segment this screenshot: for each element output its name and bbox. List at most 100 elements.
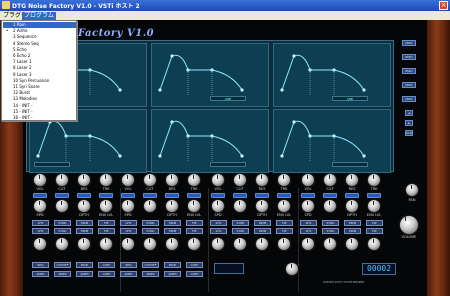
- knob-switch[interactable]: [301, 193, 315, 198]
- envelope-point[interactable]: [240, 88, 244, 92]
- program-menu-item[interactable]: 6 Echo 2: [3, 53, 76, 59]
- toggle-button[interactable]: PWM: [76, 228, 93, 234]
- knob-lower[interactable]: [100, 238, 112, 250]
- envelope-point[interactable]: [36, 154, 40, 158]
- volume-knob[interactable]: [400, 216, 418, 234]
- toggle-button[interactable]: SYNC: [54, 228, 71, 234]
- bottom-button[interactable]: SEQ: [32, 262, 49, 268]
- nav-button[interactable]: OLD: [405, 130, 413, 136]
- program-menu-item[interactable]: 4 Stereo Seq: [3, 41, 76, 47]
- bottom-button[interactable]: COPY: [98, 262, 115, 268]
- program-menu-item[interactable]: 1 Rain: [3, 22, 76, 28]
- knob-lower[interactable]: [144, 238, 156, 250]
- toggle-button[interactable]: PWM: [76, 220, 93, 226]
- knob-lower[interactable]: [324, 238, 336, 250]
- envelope-point[interactable]: [362, 88, 366, 92]
- toggle-button[interactable]: SYNC: [232, 228, 249, 234]
- envelope-point[interactable]: [170, 120, 174, 124]
- mod-button[interactable]: MOD: [402, 96, 416, 102]
- knob-switch[interactable]: [255, 193, 269, 198]
- envelope-point[interactable]: [280, 154, 284, 158]
- knob-lower[interactable]: [256, 238, 268, 250]
- envelope-panel[interactable]: [273, 109, 391, 173]
- program-menu-item[interactable]: 5 Echo: [3, 47, 76, 53]
- knob-res[interactable]: [166, 174, 178, 186]
- program-menu-item[interactable]: 13 Melodies: [3, 96, 76, 102]
- knob-cut[interactable]: [144, 174, 156, 186]
- knob-lower[interactable]: [56, 238, 68, 250]
- toggle-button[interactable]: SYNC: [54, 220, 71, 226]
- knob-cut[interactable]: [56, 174, 68, 186]
- toggle-button[interactable]: LFO: [120, 220, 137, 226]
- mod-button[interactable]: MOD: [402, 82, 416, 88]
- toggle-button[interactable]: FLT: [98, 228, 115, 234]
- toggle-button[interactable]: FLT: [366, 220, 383, 226]
- knob-switch[interactable]: [211, 193, 225, 198]
- knob-lower[interactable]: [278, 238, 290, 250]
- knob-switch[interactable]: [345, 193, 359, 198]
- toggle-button[interactable]: SYNC: [322, 220, 339, 226]
- envelope-point[interactable]: [170, 54, 174, 58]
- knob-switch[interactable]: [187, 193, 201, 198]
- knob-lower[interactable]: [166, 238, 178, 250]
- toggle-button[interactable]: LFO: [120, 228, 137, 234]
- knob-spd[interactable]: [34, 200, 46, 212]
- knob-switch[interactable]: [165, 193, 179, 198]
- toggle-button[interactable]: LFO: [32, 220, 49, 226]
- envelope-panel[interactable]: AMP: [151, 43, 269, 107]
- knob-lower[interactable]: [368, 238, 380, 250]
- mod-button[interactable]: MOD: [402, 54, 416, 60]
- knob-blank[interactable]: [324, 200, 336, 212]
- knob-switch[interactable]: [77, 193, 91, 198]
- envelope-point[interactable]: [240, 154, 244, 158]
- bottom-button[interactable]: AMP3: [164, 271, 181, 277]
- knob-switch[interactable]: [233, 193, 247, 198]
- knob-lower[interactable]: [188, 238, 200, 250]
- envelope-panel[interactable]: AMP: [273, 43, 391, 107]
- knob-switch[interactable]: [99, 193, 113, 198]
- envelope-point[interactable]: [158, 154, 162, 158]
- program-menu-item[interactable]: 14 - INIT -: [3, 103, 76, 109]
- toggle-button[interactable]: SYNC: [142, 220, 159, 226]
- knob-switch[interactable]: [121, 193, 135, 198]
- knob-dpth[interactable]: [166, 200, 178, 212]
- toggle-button[interactable]: SYNC: [142, 228, 159, 234]
- knob-switch[interactable]: [55, 193, 69, 198]
- knob-lower[interactable]: [212, 238, 224, 250]
- knob-res[interactable]: [256, 174, 268, 186]
- envelope-point[interactable]: [280, 88, 284, 92]
- knob-switch[interactable]: [323, 193, 337, 198]
- title-bar[interactable]: DTG Noise Factory V1.0 - VSTi ホスト 2 ×: [0, 0, 450, 11]
- toggle-button[interactable]: LFO: [210, 228, 227, 234]
- toggle-button[interactable]: PWM: [164, 220, 181, 226]
- mod-button[interactable]: MOD: [402, 40, 416, 46]
- toggle-button[interactable]: PWM: [164, 228, 181, 234]
- knob-blank[interactable]: [144, 200, 156, 212]
- toggle-button[interactable]: SYNC: [322, 228, 339, 234]
- bottom-button[interactable]: MOD: [76, 262, 93, 268]
- program-menu-item[interactable]: 12 Burst: [3, 90, 76, 96]
- program-menu-item[interactable]: 11 Syn Snare: [3, 84, 76, 90]
- bottom-button[interactable]: CUTOFF: [142, 262, 159, 268]
- menu-program[interactable]: プログラム: [22, 12, 56, 20]
- envelope-point[interactable]: [118, 88, 122, 92]
- toggle-button[interactable]: FLT: [186, 228, 203, 234]
- toggle-button[interactable]: FLT: [98, 220, 115, 226]
- knob-cut[interactable]: [324, 174, 336, 186]
- knob-blank[interactable]: [56, 200, 68, 212]
- knob-spd[interactable]: [302, 200, 314, 212]
- bottom-button[interactable]: AMP1: [32, 271, 49, 277]
- knob-lower[interactable]: [302, 238, 314, 250]
- knob-trk[interactable]: [278, 174, 290, 186]
- knob-dpth[interactable]: [78, 200, 90, 212]
- knob-trk[interactable]: [188, 174, 200, 186]
- toggle-button[interactable]: SYNC: [232, 220, 249, 226]
- knob-env-lvl[interactable]: [368, 200, 380, 212]
- bottom-button[interactable]: CUTOFF: [54, 262, 71, 268]
- envelope-point[interactable]: [362, 154, 366, 158]
- knob-switch[interactable]: [143, 193, 157, 198]
- program-menu-item[interactable]: • 2 Alrite: [3, 28, 76, 34]
- toggle-button[interactable]: LFO: [210, 220, 227, 226]
- knob-lower[interactable]: [122, 238, 134, 250]
- program-menu-item[interactable]: 15 - INIT -: [3, 109, 76, 115]
